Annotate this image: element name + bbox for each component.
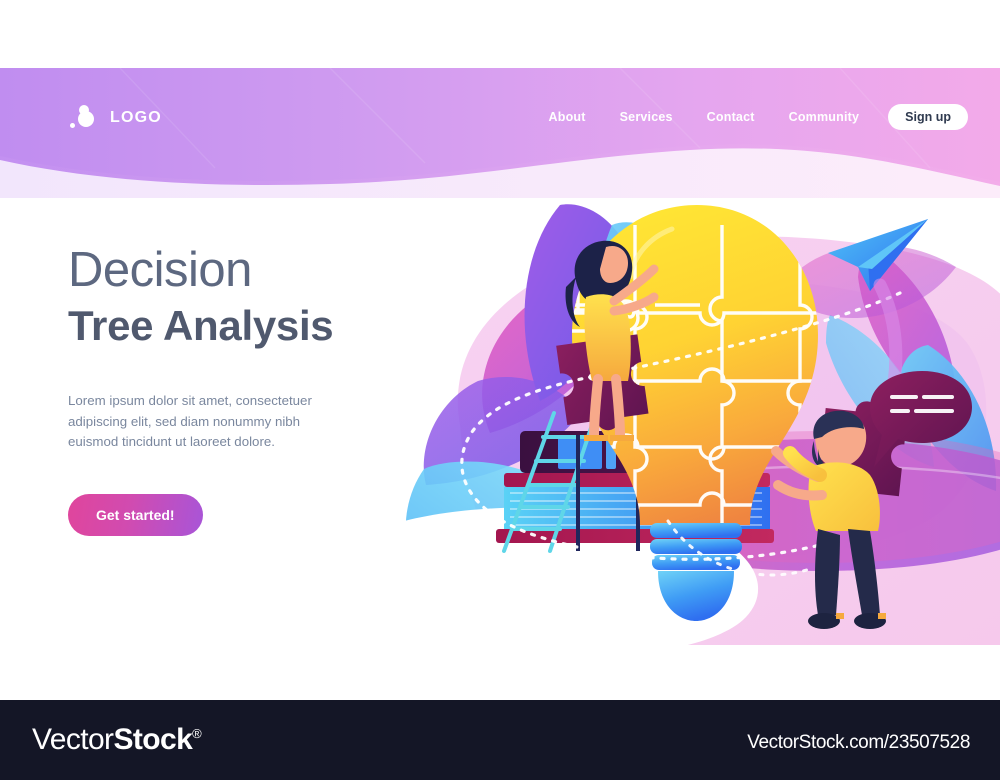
top-white-margin — [0, 0, 1000, 68]
registered-trademark-icon: ® — [192, 726, 202, 741]
vectorstock-logo: VectorStock® — [32, 723, 202, 757]
nav-item-contact[interactable]: Contact — [690, 106, 772, 128]
page-title-bold: Tree Analysis — [68, 301, 334, 349]
sign-up-button[interactable]: Sign up — [888, 104, 968, 130]
nav-item-about[interactable]: About — [532, 106, 603, 128]
logo-text: LOGO — [110, 109, 162, 126]
header-wave-background — [0, 68, 1000, 198]
nav-item-community[interactable]: Community — [772, 106, 877, 128]
get-started-button[interactable]: Get started! — [68, 494, 203, 537]
vectorstock-url: VectorStock.com/23507528 — [747, 732, 970, 753]
logo-dots-icon — [70, 105, 102, 131]
vectorstock-brand-part2: Stock — [113, 723, 193, 756]
hero-paragraph: Lorem ipsum dolor sit amet, consectetuer… — [68, 393, 312, 449]
vectorstock-brand-part1: Vector — [32, 723, 114, 756]
hero-section: Decision Tree Analysis Lorem ipsum dolor… — [68, 243, 408, 537]
main-navigation: About Services Contact Community Sign up — [532, 104, 968, 130]
nav-item-services[interactable]: Services — [603, 106, 690, 128]
decision-tree-analysis-illustration — [400, 185, 1000, 665]
vectorstock-watermark-footer: VectorStock® VectorStock.com/23507528 — [0, 700, 1000, 780]
logo[interactable]: LOGO — [70, 105, 162, 131]
page-title-light: Decision — [68, 243, 252, 297]
landing-page-root: LOGO About Services Contact Community Si… — [0, 0, 1000, 780]
